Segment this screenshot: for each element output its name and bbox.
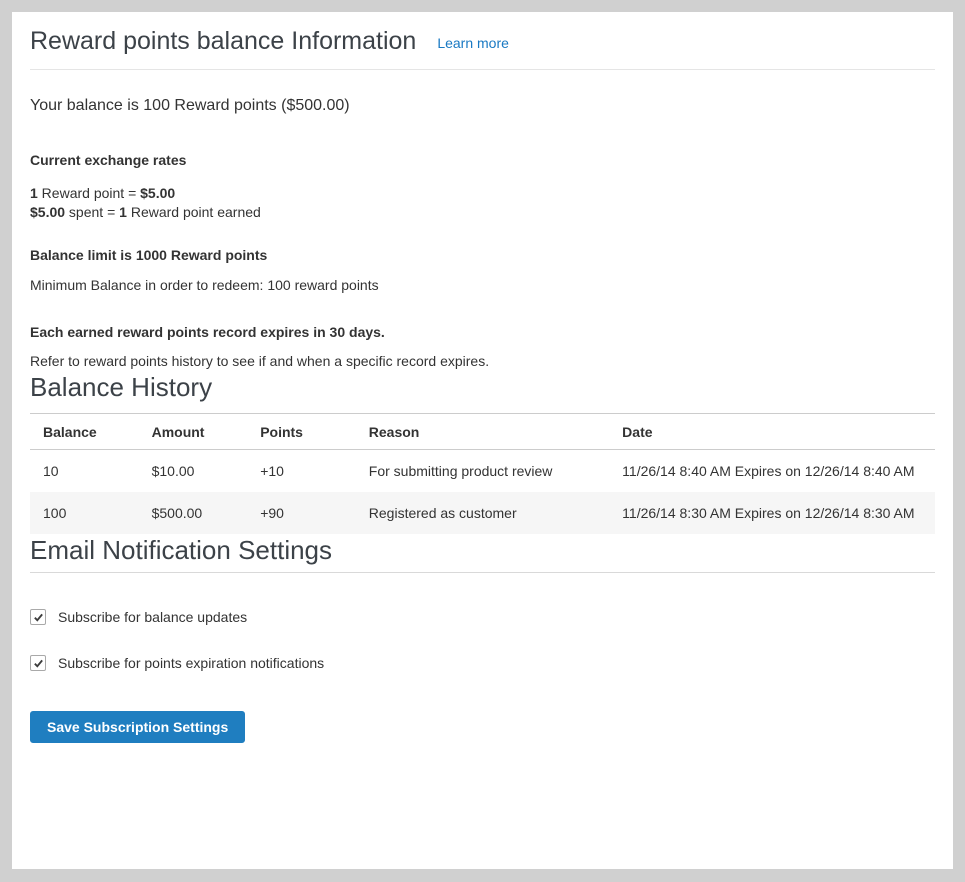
cell-points: +10 (247, 450, 356, 493)
subscribe-balance-updates-checkbox[interactable] (30, 609, 46, 625)
cell-balance: 100 (30, 492, 139, 534)
reward-points-card: Reward points balance Information Learn … (12, 12, 953, 869)
subscribe-expiration-label: Subscribe for points expiration notifica… (58, 655, 324, 671)
rate-line-point-to-currency: 1 Reward point = $5.00 (30, 185, 175, 201)
subscribe-balance-updates-row: Subscribe for balance updates (30, 609, 935, 625)
cell-amount: $500.00 (139, 492, 248, 534)
column-header-amount: Amount (139, 414, 248, 450)
table-header-row: Balance Amount Points Reason Date (30, 414, 935, 450)
email-settings-heading: Email Notification Settings (30, 534, 935, 566)
column-header-balance: Balance (30, 414, 139, 450)
check-icon (33, 658, 44, 669)
check-icon (33, 612, 44, 623)
cell-reason: For submitting product review (356, 450, 609, 493)
page-title: Reward points balance Information (30, 26, 416, 56)
email-settings-divider (30, 572, 935, 573)
expiry-note: Refer to reward points history to see if… (30, 352, 935, 371)
balance-history-heading: Balance History (30, 371, 935, 403)
balance-summary: Your balance is 100 Reward points ($500.… (30, 95, 935, 117)
cell-balance: 10 (30, 450, 139, 493)
expiry-statement: Each earned reward points record expires… (30, 323, 935, 342)
subscribe-balance-updates-label: Subscribe for balance updates (58, 609, 247, 625)
balance-limit: Balance limit is 1000 Reward points (30, 246, 935, 265)
cell-amount: $10.00 (139, 450, 248, 493)
column-header-reason: Reason (356, 414, 609, 450)
cell-points: +90 (247, 492, 356, 534)
rate-line-currency-to-point: $5.00 spent = 1 Reward point earned (30, 204, 261, 220)
subscribe-expiration-row: Subscribe for points expiration notifica… (30, 655, 935, 671)
column-header-points: Points (247, 414, 356, 450)
save-subscription-settings-button[interactable]: Save Subscription Settings (30, 711, 245, 743)
table-row: 10 $10.00 +10 For submitting product rev… (30, 450, 935, 493)
cell-reason: Registered as customer (356, 492, 609, 534)
column-header-date: Date (609, 414, 935, 450)
exchange-rates-heading: Current exchange rates (30, 151, 935, 170)
balance-history-table: Balance Amount Points Reason Date 10 $10… (30, 413, 935, 534)
cell-date: 11/26/14 8:40 AM Expires on 12/26/14 8:4… (609, 450, 935, 493)
header-divider (30, 69, 935, 70)
subscribe-expiration-checkbox[interactable] (30, 655, 46, 671)
page-header: Reward points balance Information Learn … (30, 26, 935, 56)
learn-more-link[interactable]: Learn more (437, 35, 509, 51)
cell-date: 11/26/14 8:30 AM Expires on 12/26/14 8:3… (609, 492, 935, 534)
table-row: 100 $500.00 +90 Registered as customer 1… (30, 492, 935, 534)
exchange-rates-lines: 1 Reward point = $5.00 $5.00 spent = 1 R… (30, 184, 935, 222)
minimum-balance-note: Minimum Balance in order to redeem: 100 … (30, 276, 935, 295)
